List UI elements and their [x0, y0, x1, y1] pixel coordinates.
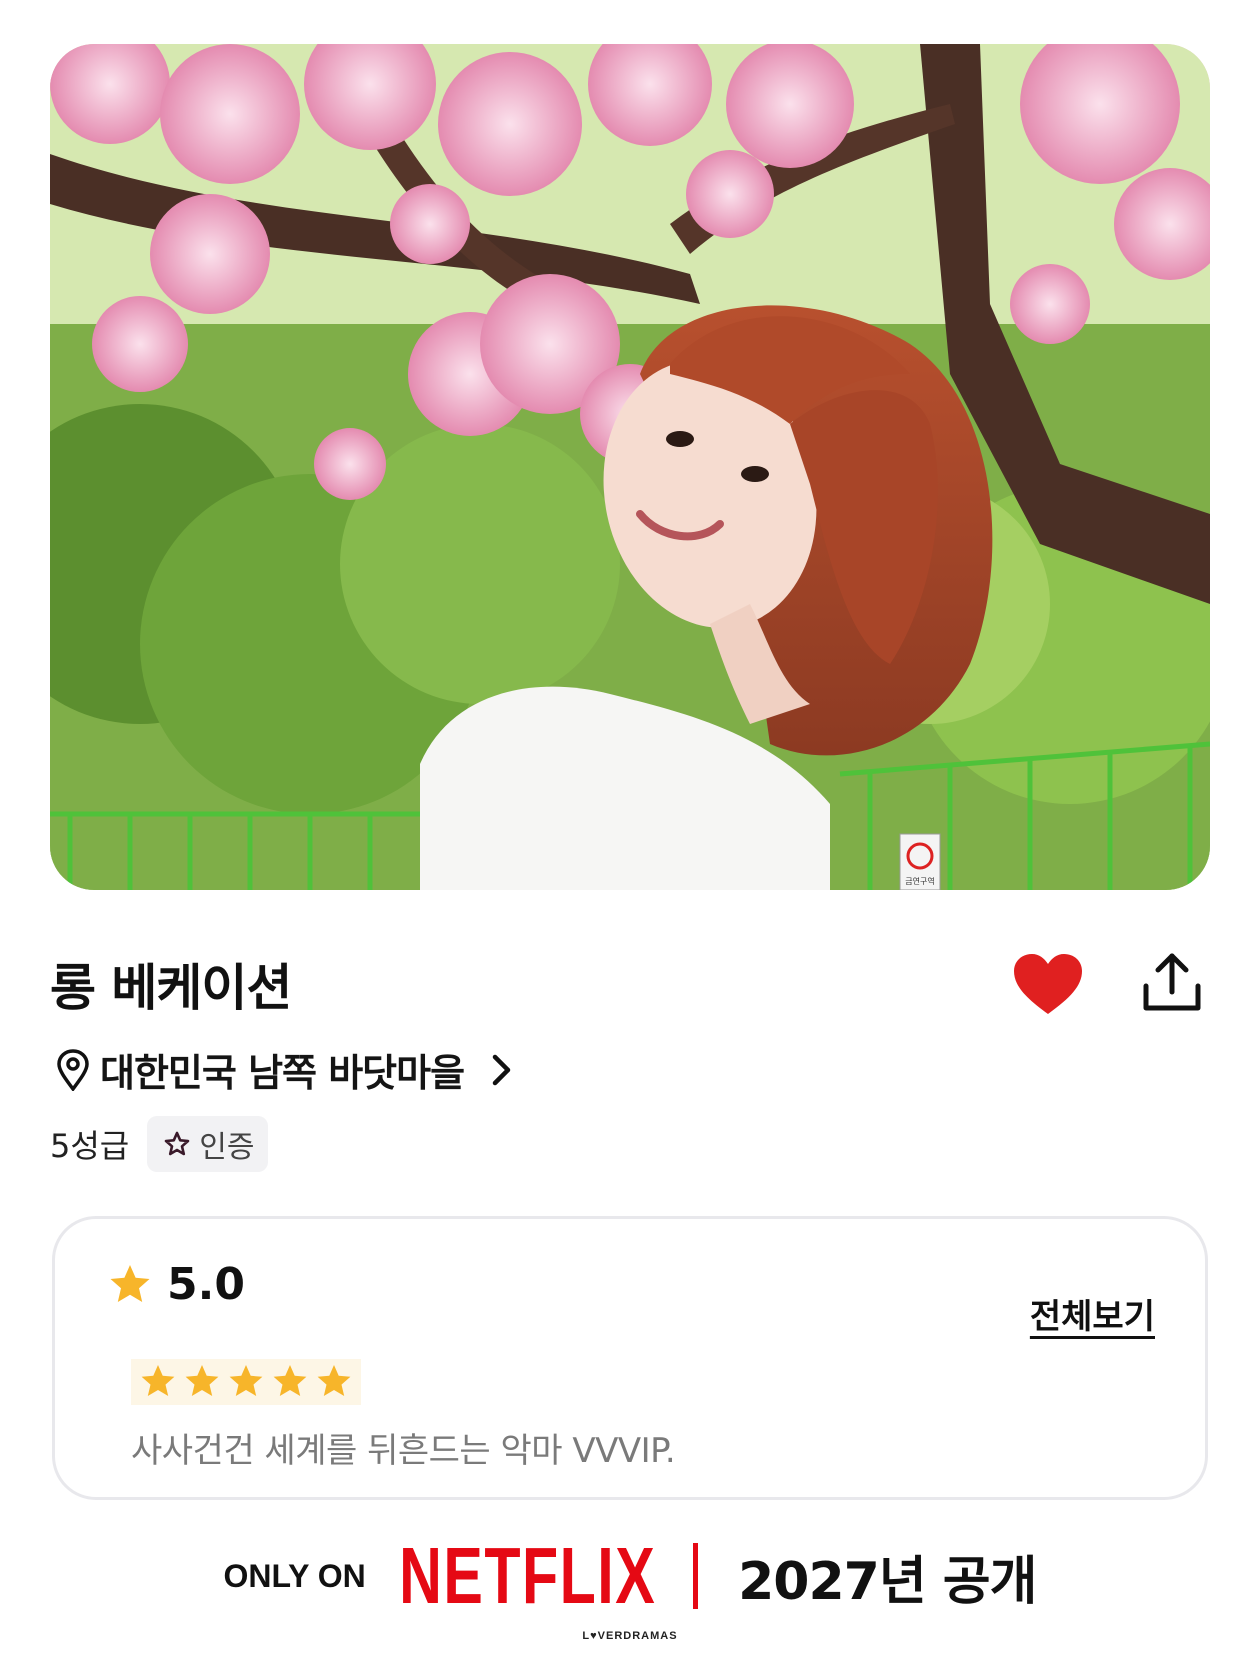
- share-icon: [1143, 953, 1201, 1011]
- rating-score: 5.0: [167, 1259, 245, 1310]
- star-filled-icon: [317, 1365, 351, 1396]
- release-date: 2027년 공개: [738, 1551, 1037, 1612]
- only-on-label: ONLY ON: [223, 1557, 366, 1594]
- netflix-logo: NETFLIX: [398, 1531, 656, 1620]
- grade-row: 5성급 인증: [50, 1116, 269, 1172]
- hero-photo: 금연구역: [50, 44, 1210, 890]
- listing-title: 롱 베케이션: [50, 959, 292, 1017]
- hero-illustration: 금연구역: [50, 44, 1210, 890]
- review-text: 사사건건 세계를 뒤흔드는 악마 VVVIP.: [131, 1431, 676, 1471]
- location-link[interactable]: 대한민국 남쪽 바닷마을: [56, 1042, 514, 1097]
- certified-label: 인증: [199, 1130, 255, 1165]
- star-filled-icon: [229, 1365, 263, 1396]
- location-pin-icon: [57, 1048, 89, 1091]
- review-stars: [131, 1359, 361, 1405]
- view-all-link[interactable]: 전체보기: [1030, 1289, 1155, 1338]
- heart-icon: [1014, 954, 1082, 1014]
- rating-summary: 5.0: [107, 1259, 245, 1310]
- footer-banner: ONLY ON NETFLIX 2027년 공개: [0, 1531, 1260, 1620]
- star-filled-icon: [185, 1365, 219, 1396]
- certified-badge: 인증: [147, 1116, 269, 1172]
- sign-text: 금연구역: [905, 876, 934, 886]
- footer-divider: [693, 1543, 699, 1609]
- star-filled-icon: [110, 1264, 150, 1302]
- star-outline-icon: [164, 1131, 190, 1156]
- location-text: 대한민국 남쪽 바닷마을: [100, 1051, 465, 1095]
- watermark: L♥VERDRAMAS: [582, 1630, 678, 1642]
- favorite-button[interactable]: [1012, 952, 1084, 1016]
- share-button[interactable]: [1140, 950, 1204, 1014]
- star-filled-icon: [141, 1365, 175, 1396]
- hotel-grade: 5성급: [50, 1127, 130, 1165]
- review-card: 5.0 전체보기 사사건건 세계를 뒤흔드는 악마 VVVIP.: [52, 1216, 1208, 1500]
- chevron-right-icon: [492, 1054, 511, 1085]
- star-filled-icon: [273, 1365, 307, 1396]
